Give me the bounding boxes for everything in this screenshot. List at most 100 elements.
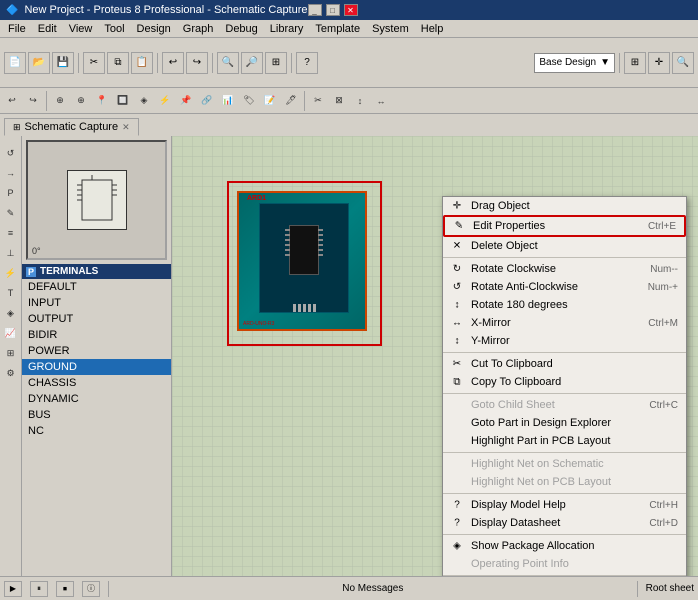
ctx-item-show-package[interactable]: ◈Show Package Allocation xyxy=(443,537,686,555)
tb2-btn1[interactable]: ↩ xyxy=(2,91,22,111)
ctx-item-x-mirror[interactable]: ↔X-MirrorCtrl+M xyxy=(443,314,686,332)
save-btn[interactable]: 💾 xyxy=(52,52,74,74)
ctx-item-rotate-cw[interactable]: ↻Rotate ClockwiseNum-- xyxy=(443,260,686,278)
menu-item-view[interactable]: View xyxy=(63,22,99,36)
ctx-item-delete-object[interactable]: ✕Delete Object xyxy=(443,237,686,255)
component-preview xyxy=(67,170,127,230)
terminal-item-default[interactable]: DEFAULT xyxy=(22,279,171,295)
lt-place-btn[interactable]: P xyxy=(2,184,20,202)
terminal-item-chassis[interactable]: CHASSIS xyxy=(22,375,171,391)
pause-button[interactable]: ⏸ xyxy=(30,581,48,597)
ctx-item-edit-properties[interactable]: ✎Edit PropertiesCtrl+E xyxy=(443,215,686,237)
title-bar: 🔷 New Project - Proteus 8 Professional -… xyxy=(0,0,698,20)
terminal-item-bus[interactable]: BUS xyxy=(22,407,171,423)
redo-btn[interactable]: ↪ xyxy=(186,52,208,74)
menu-item-debug[interactable]: Debug xyxy=(219,22,263,36)
terminal-item-input[interactable]: INPUT xyxy=(22,295,171,311)
dropdown-arrow-icon: ▼ xyxy=(600,57,610,68)
terminal-item-dynamic[interactable]: DYNAMIC xyxy=(22,391,171,407)
menu-item-system[interactable]: System xyxy=(366,22,415,36)
tb2-btn18[interactable]: ↔ xyxy=(371,91,391,111)
maximize-button[interactable]: □ xyxy=(326,4,340,16)
ctx-item-y-mirror[interactable]: ↕Y-Mirror xyxy=(443,332,686,350)
tab-close-icon[interactable]: ✕ xyxy=(122,122,130,133)
minimize-button[interactable]: _ xyxy=(308,4,322,16)
menu-item-help[interactable]: Help xyxy=(415,22,450,36)
tb2-btn11[interactable]: 📊 xyxy=(218,91,238,111)
zoom-in-btn[interactable]: 🔍 xyxy=(217,52,239,74)
ctx-item-goto-part[interactable]: Goto Part in Design Explorer xyxy=(443,414,686,432)
new-btn[interactable]: 📄 xyxy=(4,52,26,74)
tb2-btn17[interactable]: ↕ xyxy=(350,91,370,111)
ctx-item-display-datasheet[interactable]: ?Display DatasheetCtrl+D xyxy=(443,514,686,532)
open-btn[interactable]: 📂 xyxy=(28,52,50,74)
ctx-item-copy-clipboard[interactable]: ⧉Copy To Clipboard xyxy=(443,373,686,391)
window-controls[interactable]: _ □ ✕ xyxy=(308,4,358,16)
lt-select-btn[interactable]: ↺ xyxy=(2,144,20,162)
lt-generator-btn[interactable]: ⚙ xyxy=(2,364,20,382)
terminal-item-bidir[interactable]: BIDIR xyxy=(22,327,171,343)
grid-btn[interactable]: ⊞ xyxy=(624,52,646,74)
tb2-btn14[interactable]: 🖊 xyxy=(281,91,301,111)
lt-power-btn[interactable]: ⚡ xyxy=(2,264,20,282)
undo-btn[interactable]: ↩ xyxy=(162,52,184,74)
lt-graph-btn[interactable]: 📈 xyxy=(2,324,20,342)
menu-item-file[interactable]: File xyxy=(2,22,32,36)
terminal-item-nc[interactable]: NC xyxy=(22,423,171,439)
help-btn[interactable]: ? xyxy=(296,52,318,74)
terminal-item-power[interactable]: POWER xyxy=(22,343,171,359)
lt-arrow-btn[interactable]: → xyxy=(2,164,20,182)
zoom-out-btn[interactable]: 🔎 xyxy=(241,52,263,74)
copy-btn[interactable]: ⧉ xyxy=(107,52,129,74)
ctx-item-cut-clipboard[interactable]: ✂Cut To Clipboard xyxy=(443,355,686,373)
cut-btn[interactable]: ✂ xyxy=(83,52,105,74)
tb2-btn16[interactable]: ⊠ xyxy=(329,91,349,111)
ctx-item-rotate-acw[interactable]: ↺Rotate Anti-ClockwiseNum-+ xyxy=(443,278,686,296)
close-button[interactable]: ✕ xyxy=(344,4,358,16)
lt-bus-btn[interactable]: ≡ xyxy=(2,224,20,242)
tb2-btn5[interactable]: 📍 xyxy=(92,91,112,111)
ctx-item-drag-object[interactable]: ✛Drag Object xyxy=(443,197,686,215)
tb2-btn4[interactable]: ⊕ xyxy=(71,91,91,111)
menu-item-library[interactable]: Library xyxy=(264,22,310,36)
tb2-btn3[interactable]: ⊕ xyxy=(50,91,70,111)
ctx-item-rotate-180[interactable]: ↕Rotate 180 degrees xyxy=(443,296,686,314)
info-button[interactable]: ⓘ xyxy=(82,581,100,597)
lt-text-btn[interactable]: T xyxy=(2,284,20,302)
terminal-item-output[interactable]: OUTPUT xyxy=(22,311,171,327)
menu-item-graph[interactable]: Graph xyxy=(177,22,220,36)
menu-item-template[interactable]: Template xyxy=(309,22,366,36)
tb2-btn10[interactable]: 🔗 xyxy=(197,91,217,111)
lt-wire-btn[interactable]: ✎ xyxy=(2,204,20,222)
canvas-area[interactable]: ARD1 xyxy=(172,136,698,576)
ctx-item-display-model[interactable]: ?Display Model HelpCtrl+H xyxy=(443,496,686,514)
sidebar: 0° P TERMINALS DEFAULTINPUTOUTPUTBIDIRPO… xyxy=(22,136,172,576)
stop-button[interactable]: ⏹ xyxy=(56,581,74,597)
play-button[interactable]: ▶ xyxy=(4,581,22,597)
menu-item-design[interactable]: Design xyxy=(131,22,177,36)
terminal-item-ground[interactable]: GROUND xyxy=(22,359,171,375)
tab-schematic-capture[interactable]: ⊞ Schematic Capture ✕ xyxy=(4,118,139,136)
base-design-dropdown[interactable]: Base Design ▼ xyxy=(534,53,615,73)
tb2-btn15[interactable]: ✂ xyxy=(308,91,328,111)
tb2-btn13[interactable]: 📝 xyxy=(260,91,280,111)
ard-label: ARD1 xyxy=(247,195,266,202)
tb2-btn2[interactable]: ↪ xyxy=(23,91,43,111)
tb2-btn8[interactable]: ⚡ xyxy=(155,91,175,111)
paste-btn[interactable]: 📋 xyxy=(131,52,153,74)
menu-item-edit[interactable]: Edit xyxy=(32,22,63,36)
move-btn[interactable]: ✛ xyxy=(648,52,670,74)
lt-terminal-btn[interactable]: ⊥ xyxy=(2,244,20,262)
lt-tape-btn[interactable]: ⊞ xyxy=(2,344,20,362)
tb2-btn6[interactable]: 🔲 xyxy=(113,91,133,111)
ctx-separator xyxy=(443,257,686,258)
tb2-btn9[interactable]: 📌 xyxy=(176,91,196,111)
zoom2-btn[interactable]: 🔍 xyxy=(672,52,694,74)
tb2-btn12[interactable]: 🏷 xyxy=(239,91,259,111)
ctx-item-highlight-pcb[interactable]: Highlight Part in PCB Layout xyxy=(443,432,686,450)
menu-item-tool[interactable]: Tool xyxy=(98,22,130,36)
lt-probe-btn[interactable]: ◈ xyxy=(2,304,20,322)
fit-btn[interactable]: ⊞ xyxy=(265,52,287,74)
tb2-btn7[interactable]: ◈ xyxy=(134,91,154,111)
arduino-board[interactable]: ARD1 xyxy=(237,191,367,331)
